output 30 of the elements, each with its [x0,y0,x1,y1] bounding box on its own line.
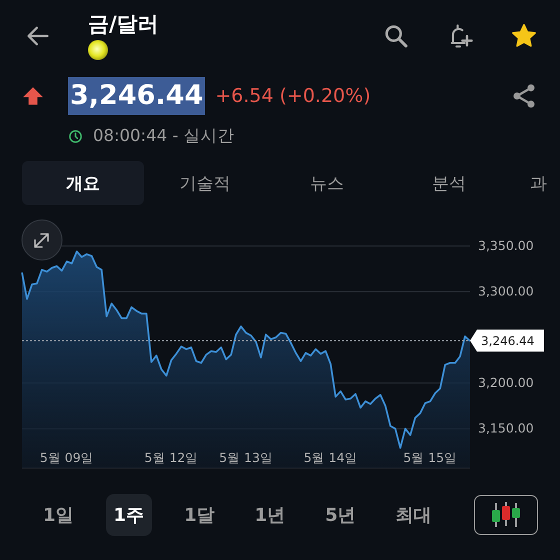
candlestick-button[interactable] [474,495,538,535]
tab[interactable]: 과 [530,161,547,205]
price-change: +6.54 (+0.20%) [215,85,371,107]
update-time: 08:00:44 - 실시간 [93,125,235,147]
tab[interactable]: 뉴스 [266,161,388,205]
period-tab[interactable]: 1달 [176,494,223,536]
period-tab[interactable]: 5년 [317,494,364,536]
period-tab[interactable]: 1일 [35,494,82,536]
favorite-star-icon[interactable] [510,22,538,50]
x-axis-label: 5월 14일 [304,450,358,465]
y-axis-label: 3,350.00 [478,238,534,253]
tab[interactable]: 기술적 [144,161,266,205]
y-axis-label: 3,200.00 [478,375,534,390]
x-axis-label: 5월 12일 [144,450,198,465]
y-axis-label: 3,150.00 [478,420,534,436]
period-tab[interactable]: 1주 [106,494,152,536]
expand-button[interactable] [22,220,62,260]
period-tab[interactable]: 최대 [388,494,440,536]
tab[interactable]: 분석 [388,161,510,205]
x-axis-label: 5월 09일 [40,450,94,465]
period-tab[interactable]: 1년 [246,494,294,536]
coin-icon [88,40,108,60]
y-axis-label: 3,300.00 [478,284,534,299]
x-axis-label: 5월 15일 [403,450,458,465]
current-price-label: 3,246.44 [481,334,534,348]
clock-icon [68,128,83,144]
x-axis-label: 5월 13일 [219,450,273,465]
tab[interactable]: 개요 [22,161,144,205]
instrument-title: 금/달러 [88,11,159,38]
price-value: 3,246.44 [68,77,206,115]
